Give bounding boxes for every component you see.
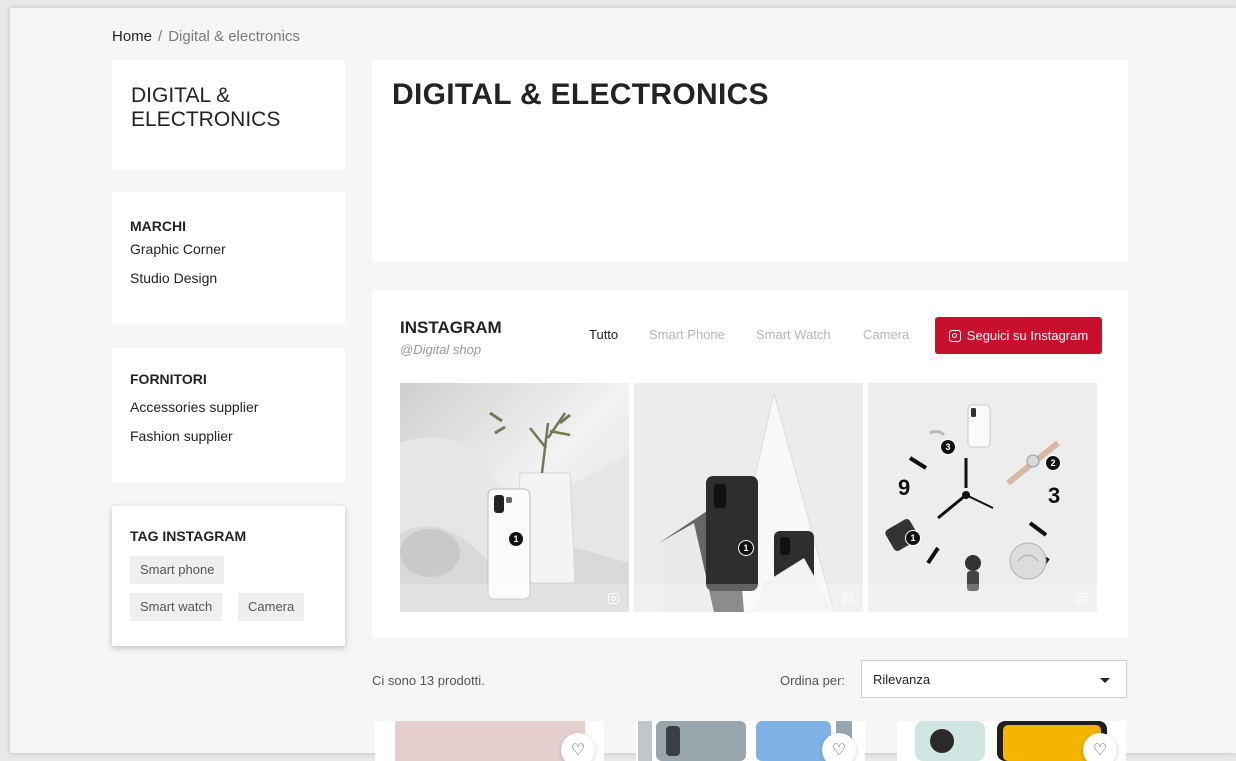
product-card-3[interactable]: ♡ [897, 721, 1126, 761]
photo-phones-geometric-image [634, 383, 863, 612]
supplier-link-fashion[interactable]: Fashion supplier [130, 428, 233, 444]
heart-icon[interactable]: ♡ [822, 733, 856, 761]
follow-instagram-button[interactable]: Seguici su Instagram [935, 317, 1102, 354]
sidebar-category-title: DIGITAL & ELECTRONICS [131, 84, 281, 131]
sort-dropdown-value: Rilevanza [873, 672, 931, 687]
breadcrumb-separator: / [158, 28, 163, 45]
product-marker[interactable]: 1 [738, 540, 754, 556]
product-marker[interactable]: 2 [1045, 455, 1061, 471]
product-marker[interactable]: 1 [508, 531, 524, 547]
heart-icon[interactable]: ♡ [1083, 733, 1117, 761]
category-header: DIGITAL & ELECTRONICS [372, 60, 1128, 262]
breadcrumb-current: Digital & electronics [168, 28, 300, 45]
instagram-feed-block: INSTAGRAM @Digital shop Tutto Smart Phon… [372, 290, 1128, 638]
breadcrumb: Home / Digital & electronics [112, 28, 300, 45]
instagram-icon [948, 329, 961, 342]
supplier-link-accessories[interactable]: Accessories supplier [130, 399, 258, 415]
product-count: Ci sono 13 prodotti. [372, 673, 485, 688]
sort-dropdown[interactable]: Rilevanza [861, 660, 1127, 698]
sort-label: Ordina per: [780, 673, 846, 688]
sidebar-suppliers-block: FORNITORI Accessories supplier Fashion s… [112, 348, 345, 482]
svg-text:9: 9 [898, 475, 910, 500]
instagram-tags-title: TAG INSTAGRAM [130, 528, 247, 544]
filter-tab-smart-phone[interactable]: Smart Phone [649, 327, 725, 342]
instagram-photo-1[interactable]: 1 [400, 383, 629, 612]
page-title: DIGITAL & ELECTRONICS [392, 78, 769, 111]
brand-link-studio-design[interactable]: Studio Design [130, 270, 217, 286]
product-marker[interactable]: 3 [940, 439, 956, 455]
heart-icon[interactable]: ♡ [561, 733, 595, 761]
breadcrumb-home-link[interactable]: Home [112, 28, 152, 45]
filter-tab-camera[interactable]: Camera [863, 327, 909, 342]
instagram-handle: @Digital shop [400, 342, 482, 357]
sidebar-category-card: DIGITAL & ELECTRONICS [112, 60, 345, 169]
instagram-icon [1076, 593, 1087, 604]
follow-instagram-label: Seguici su Instagram [966, 328, 1089, 343]
product-marker[interactable]: 1 [905, 530, 921, 546]
instagram-photo-3[interactable]: 9 3 3 2 1 [868, 383, 1097, 612]
sidebar-instagram-tags-block: TAG INSTAGRAM Smart phone Smart watch Ca… [112, 506, 345, 646]
photo-clock-flatlay-image: 9 3 [868, 383, 1097, 612]
instagram-title: INSTAGRAM [400, 318, 502, 337]
sidebar-brands-block: MARCHI Graphic Corner Studio Design [112, 192, 345, 325]
brand-link-graphic-corner[interactable]: Graphic Corner [130, 241, 226, 257]
tag-smart-phone[interactable]: Smart phone [130, 556, 225, 584]
suppliers-title: FORNITORI [130, 371, 207, 387]
svg-text:3: 3 [1048, 483, 1060, 508]
instagram-icon [842, 593, 853, 604]
instagram-icon [608, 593, 619, 604]
tag-camera[interactable]: Camera [238, 593, 305, 621]
product-card-1[interactable]: ♡ [375, 721, 604, 761]
photo-phone-vase-image [400, 383, 629, 612]
filter-tab-all[interactable]: Tutto [589, 327, 618, 342]
product-card-2[interactable]: ♡ [636, 721, 865, 761]
chevron-down-icon [1100, 678, 1110, 683]
tag-smart-watch[interactable]: Smart watch [130, 593, 223, 621]
brands-title: MARCHI [130, 218, 186, 234]
instagram-photo-2[interactable]: 1 [634, 383, 863, 612]
filter-tab-smart-watch[interactable]: Smart Watch [756, 327, 831, 342]
